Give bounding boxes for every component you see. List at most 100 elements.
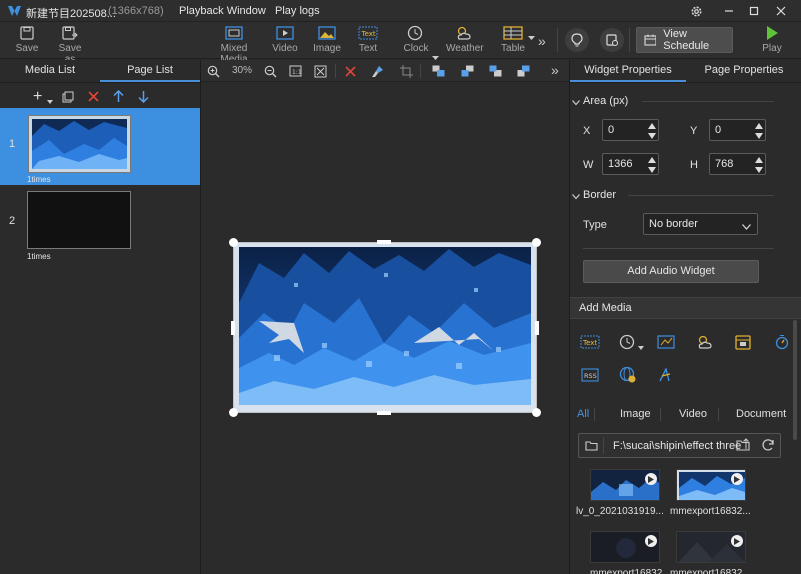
play-icon <box>760 24 784 42</box>
mixed-media-button[interactable]: Mixed Media <box>206 24 262 65</box>
image-widget[interactable] <box>233 242 537 413</box>
tab-page-properties[interactable]: Page Properties <box>686 60 801 82</box>
add-page-dropdown-icon[interactable] <box>47 95 53 107</box>
resize-handle-bottom[interactable] <box>377 411 391 415</box>
resize-handle-right[interactable] <box>535 321 539 335</box>
minimize-icon[interactable] <box>718 2 740 20</box>
web-widget-icon[interactable] <box>618 365 638 385</box>
play-button[interactable]: Play <box>760 24 784 54</box>
canvas-toolbar-more-chevron-icon[interactable]: » <box>551 62 559 78</box>
bring-forward-icon[interactable] <box>459 63 475 79</box>
fit-screen-icon[interactable] <box>312 63 328 79</box>
y-field[interactable]: 0 <box>709 119 766 141</box>
toolbar-more-chevron-icon[interactable]: » <box>538 33 546 49</box>
spin-up-icon[interactable] <box>647 121 656 130</box>
play-preview-icon[interactable] <box>731 473 743 485</box>
spin-down-icon[interactable] <box>754 131 763 140</box>
border-type-select[interactable]: No border <box>643 213 758 235</box>
area-collapse-chevron-icon[interactable] <box>572 97 580 109</box>
resize-handle-top-right[interactable] <box>532 238 541 247</box>
rss-widget-icon[interactable]: RSS <box>580 365 600 385</box>
save-as-button[interactable]: Save as <box>52 24 88 65</box>
countdown-widget-icon[interactable] <box>656 332 676 352</box>
page-item-1[interactable]: 1 1times <box>0 108 200 185</box>
move-down-arrow-icon[interactable] <box>138 90 149 106</box>
resize-handle-top-left[interactable] <box>229 238 238 247</box>
refresh-icon[interactable] <box>761 438 775 455</box>
spin-down-icon[interactable] <box>754 165 763 174</box>
view-schedule-button[interactable]: View Schedule <box>636 27 733 53</box>
close-icon[interactable] <box>770 2 792 20</box>
copy-page-icon[interactable] <box>62 91 74 106</box>
weather-label: Weather <box>446 43 484 54</box>
save-button[interactable]: Save <box>14 24 40 54</box>
weather-button[interactable]: Weather <box>446 24 484 54</box>
actual-size-icon[interactable]: 1:1 <box>287 63 303 79</box>
table-button[interactable]: Table <box>499 24 527 54</box>
filter-tab-image[interactable]: Image <box>620 408 651 420</box>
maximize-icon[interactable] <box>743 2 765 20</box>
settings-gear-icon[interactable] <box>685 2 707 20</box>
zoom-out-icon[interactable] <box>262 63 278 79</box>
add-page-plus-icon[interactable]: + <box>33 89 42 105</box>
filter-tab-document[interactable]: Document <box>736 408 786 420</box>
play-preview-icon[interactable] <box>645 473 657 485</box>
calendar-widget-icon[interactable] <box>733 332 753 352</box>
weather-widget-icon[interactable] <box>695 332 715 352</box>
device-icon[interactable] <box>600 28 624 52</box>
height-field[interactable]: 768 <box>709 153 766 175</box>
border-type-value: No border <box>649 218 698 230</box>
video-label: Video <box>272 43 298 54</box>
spin-down-icon[interactable] <box>647 131 656 140</box>
resize-handle-bottom-left[interactable] <box>229 408 238 417</box>
spin-up-icon[interactable] <box>754 121 763 130</box>
delete-page-icon[interactable] <box>88 91 99 105</box>
move-up-arrow-icon[interactable] <box>113 89 124 106</box>
timer-widget-icon[interactable] <box>772 332 792 352</box>
clock-widget-dropdown-icon[interactable] <box>638 341 644 353</box>
image-label: Image <box>313 43 341 54</box>
tab-widget-properties[interactable]: Widget Properties <box>570 60 686 82</box>
spin-down-icon[interactable] <box>647 165 656 174</box>
filter-tab-all[interactable]: All <box>577 408 589 420</box>
clear-brush-icon[interactable] <box>369 63 385 79</box>
tab-page-list[interactable]: Page List <box>100 60 200 82</box>
folder-icon[interactable] <box>585 440 598 454</box>
bring-front-icon[interactable] <box>430 63 446 79</box>
spin-up-icon[interactable] <box>754 155 763 164</box>
light-bulb-icon[interactable] <box>565 28 589 52</box>
clock-button[interactable]: Clock <box>401 24 431 54</box>
scrollbar[interactable] <box>793 320 797 440</box>
add-audio-widget-button[interactable]: Add Audio Widget <box>583 260 759 283</box>
delete-widget-icon[interactable] <box>342 63 358 79</box>
art-text-widget-icon[interactable] <box>656 365 676 385</box>
border-collapse-chevron-icon[interactable] <box>572 191 580 203</box>
play-preview-icon[interactable] <box>645 535 657 547</box>
border-section-title: Border <box>583 189 617 201</box>
page-item-2[interactable]: 2 1times <box>0 185 200 262</box>
area-section-title: Area (px) <box>583 95 629 107</box>
tab-media-list[interactable]: Media List <box>0 60 100 82</box>
resize-handle-top[interactable] <box>377 240 391 244</box>
zoom-in-icon[interactable] <box>205 63 221 79</box>
text-button[interactable]: Text Text <box>354 24 382 54</box>
send-back-icon[interactable] <box>515 63 531 79</box>
video-button[interactable]: Video <box>272 24 298 54</box>
resize-handle-bottom-right[interactable] <box>532 408 541 417</box>
resize-handle-left[interactable] <box>231 321 235 335</box>
table-dropdown-icon[interactable] <box>528 32 535 44</box>
main-toolbar: Save Save as Mixed Media Video Image Tex… <box>0 22 801 65</box>
send-backward-icon[interactable] <box>487 63 503 79</box>
crop-icon[interactable] <box>398 63 414 79</box>
width-field[interactable]: 1366 <box>602 153 659 175</box>
text-widget-icon[interactable]: Text <box>580 332 600 352</box>
image-button[interactable]: Image <box>312 24 342 54</box>
play-preview-icon[interactable] <box>731 535 743 547</box>
clock-widget-icon[interactable] <box>617 332 637 352</box>
folder-upload-icon[interactable] <box>736 438 751 455</box>
menu-play-logs[interactable]: Play logs <box>275 5 320 17</box>
filter-tab-video[interactable]: Video <box>679 408 707 420</box>
menu-playback-window[interactable]: Playback Window <box>179 5 266 17</box>
spin-up-icon[interactable] <box>647 155 656 164</box>
x-field[interactable]: 0 <box>602 119 659 141</box>
